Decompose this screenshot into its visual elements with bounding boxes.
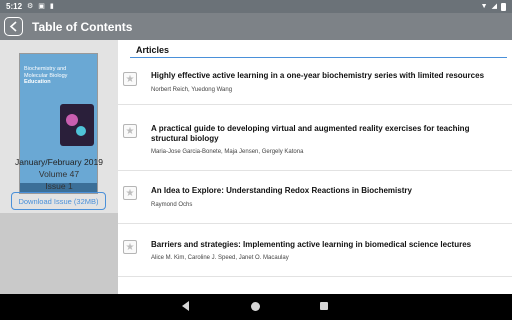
star-icon: ★ [125,125,135,137]
signal-icon: ◢ [491,3,497,10]
article-divider [118,104,512,105]
article-title[interactable]: An Idea to Explore: Understanding Redox … [151,186,506,196]
back-button[interactable] [4,17,23,36]
issue-number: Issue 1 [45,181,73,191]
issue-volume: Volume 47 [38,169,80,179]
cover-molecule-art [60,104,94,146]
favorite-star-button[interactable]: ★ [123,124,137,138]
status-right: ▼ ◢ [480,2,506,11]
wifi-icon: ▼ [480,3,488,10]
battery-icon [501,2,506,11]
app-bar: Table of Contents [0,13,512,40]
star-icon: ★ [125,187,135,199]
download-issue-button[interactable]: Download Issue (32MB) [11,192,106,210]
cover-title-line2: Molecular Biology [24,72,68,79]
issue-date: January/February 2019 [15,157,103,167]
cover-title-line3: Education [24,79,51,86]
articles-list: Articles ★ Highly effective active learn… [118,40,512,294]
favorite-star-button[interactable]: ★ [123,72,137,86]
alert-icon: ▣ [38,3,45,10]
nav-home-icon[interactable] [251,302,260,311]
cover-title: Biochemistry and Molecular Biology Educa… [24,66,93,86]
article-authors: Norbert Reich, Yuedong Wang [151,87,233,93]
star-icon: ★ [125,73,135,85]
article-divider [118,170,512,171]
article-authors: Alice M. Kim, Caroline J. Speed, Janet O… [151,255,289,261]
left-panel: Biochemistry and Molecular Biology Educa… [0,40,118,294]
nav-back-icon[interactable] [182,301,189,311]
status-time: 5:12 [6,2,23,11]
gear-icon: ⚙ [27,3,34,10]
favorite-star-button[interactable]: ★ [123,240,137,254]
article-divider [118,223,512,224]
article-divider [118,276,512,277]
article-authors: Raymond Ochs [151,202,193,208]
favorite-star-button[interactable]: ★ [123,186,137,200]
system-nav-bar [0,294,512,320]
article-title[interactable]: Highly effective active learning in a on… [151,71,506,81]
issue-card: Biochemistry and Molecular Biology Educa… [0,40,118,213]
nav-recents-icon[interactable] [320,302,328,310]
articles-header-rule [130,57,507,58]
article-title[interactable]: Barriers and strategies: Implementing ac… [151,240,506,250]
article-title[interactable]: A practical guide to developing virtual … [151,124,506,143]
cover-title-line1: Biochemistry and [24,66,67,72]
star-icon: ★ [125,241,135,253]
status-left: 5:12 ⚙ ▣ ▮ [6,2,54,11]
page-title: Table of Contents [32,19,133,34]
article-authors: Maria-Jose Garcia-Bonete, Maja Jensen, G… [151,149,304,155]
chevron-left-icon [9,21,17,32]
sim-icon: ▮ [49,3,54,10]
status-bar: 5:12 ⚙ ▣ ▮ ▼ ◢ [0,0,512,13]
articles-header: Articles [136,45,170,55]
